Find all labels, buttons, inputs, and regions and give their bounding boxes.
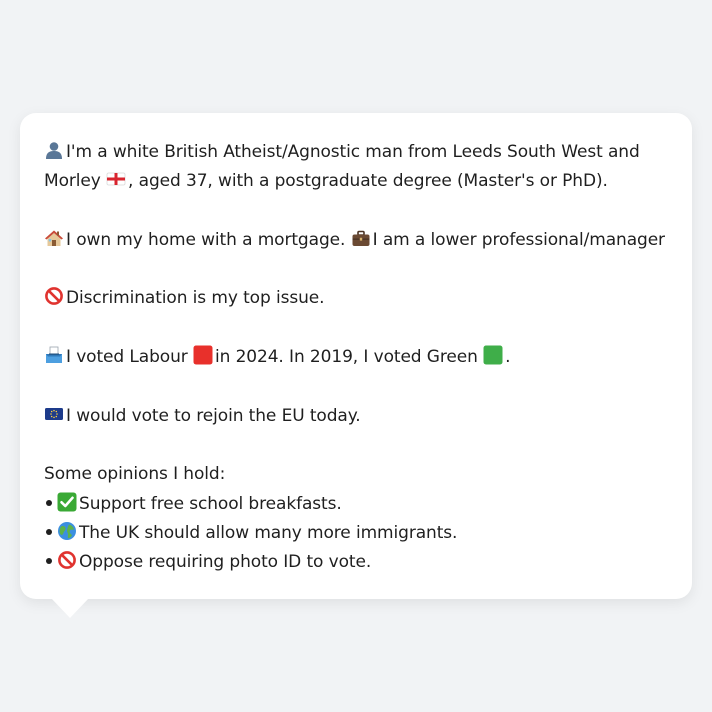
home-paragraph: I own my home with a mortgage. I am a lo… <box>44 226 668 255</box>
job-text: I am a lower professional/manager <box>372 229 665 250</box>
issue-text: Discrimination is my top issue. <box>66 288 325 309</box>
bullet-icon <box>46 528 52 535</box>
home-text: I own my home with a mortgage. <box>66 229 346 250</box>
england-flag-icon <box>106 172 126 186</box>
issue-paragraph: Discrimination is my top issue. <box>44 284 668 313</box>
prohibited-icon <box>45 287 63 306</box>
house-icon <box>45 230 63 246</box>
prohibited-icon <box>58 551 76 570</box>
briefcase-icon <box>352 230 370 246</box>
opinion-list-item: Oppose requiring photo ID to vote. <box>44 548 668 577</box>
eu-paragraph: I would vote to rejoin the EU today. <box>44 402 668 431</box>
red-square-icon <box>193 345 213 365</box>
green-square-icon <box>483 345 503 365</box>
ballot-box-icon <box>46 346 62 364</box>
identity-paragraph: I'm a white British Atheist/Agnostic man… <box>44 138 668 197</box>
opinion-list-item: The UK should allow many more immigrants… <box>44 519 668 548</box>
bust-silhouette-icon <box>46 142 62 159</box>
opinion-text: The UK should allow many more immigrants… <box>79 522 458 543</box>
vote-text-c: . <box>505 347 511 368</box>
eu-text: I would vote to rejoin the EU today. <box>66 405 361 426</box>
opinions-heading: Some opinions I hold: <box>44 464 226 485</box>
bullet-icon <box>46 499 52 506</box>
opinion-list-item: Support free school breakfasts. <box>44 490 668 519</box>
persona-message-bubble: I'm a white British Atheist/Agnostic man… <box>20 113 692 618</box>
check-mark-button-icon <box>57 492 77 512</box>
bubble-tail <box>51 598 89 618</box>
opinion-text: Support free school breakfasts. <box>79 493 342 514</box>
vote-text-a: I voted Labour <box>66 347 188 368</box>
opinion-text: Oppose requiring photo ID to vote. <box>79 552 372 573</box>
eu-flag-icon <box>45 407 63 420</box>
globe-icon <box>58 521 76 540</box>
vote-paragraph: I voted Labour in 2024. In 2019, I voted… <box>44 343 668 372</box>
vote-text-b: in 2024. In 2019, I voted Green <box>214 347 478 368</box>
bullet-icon <box>46 558 52 565</box>
identity-text-b: , aged 37, with a postgraduate degree (M… <box>128 171 608 192</box>
